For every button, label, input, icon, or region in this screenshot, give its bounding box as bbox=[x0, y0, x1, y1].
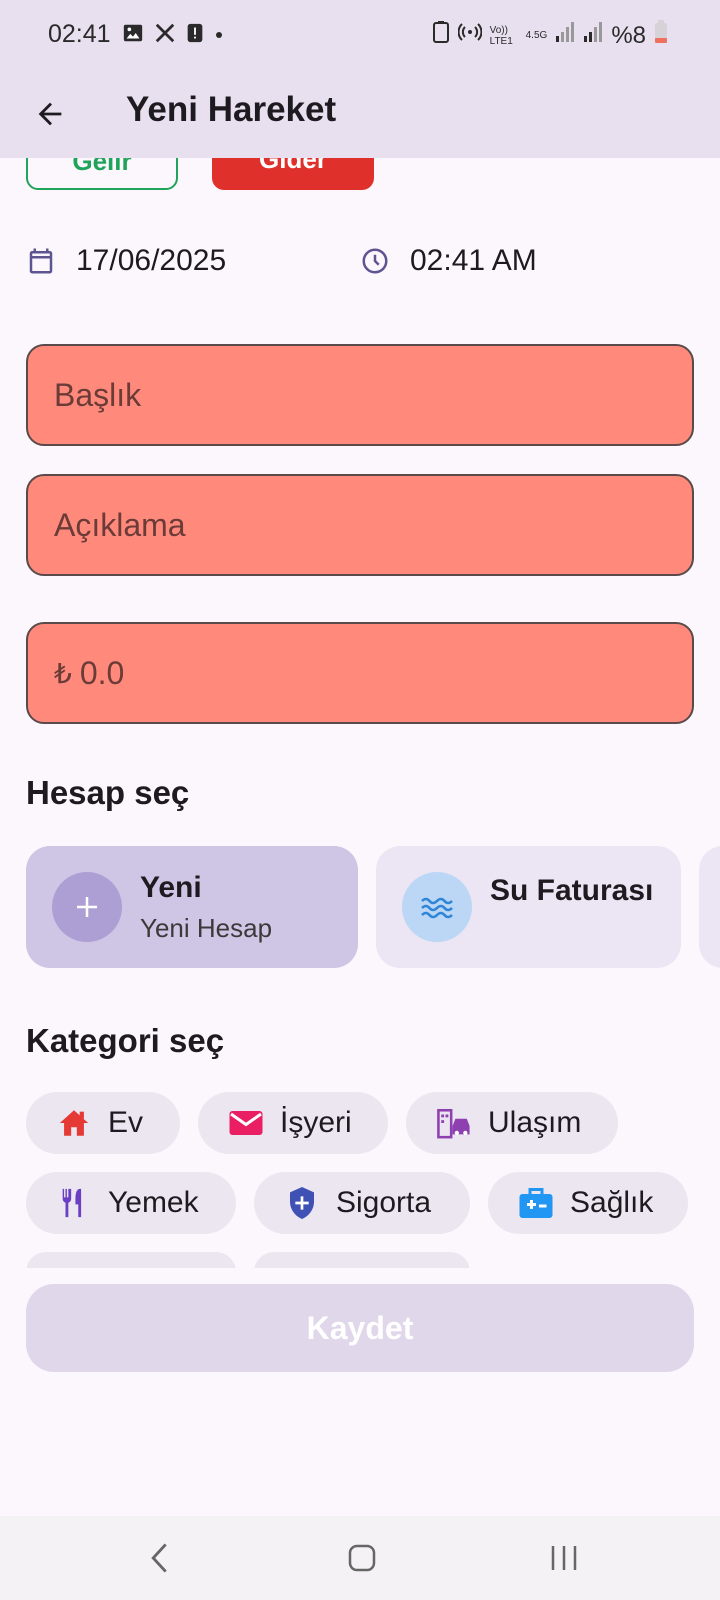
plus-icon bbox=[77, 897, 97, 917]
category-label: Ev bbox=[108, 1106, 144, 1139]
back-button[interactable] bbox=[28, 92, 72, 136]
chevron-left-icon bbox=[151, 1543, 167, 1573]
recents-icon bbox=[551, 1546, 577, 1570]
category-label: Ulaşım bbox=[488, 1106, 582, 1139]
battery-percent: %8 bbox=[611, 21, 646, 49]
status-time: 02:41 bbox=[48, 20, 111, 48]
transport-icon bbox=[434, 1103, 474, 1143]
home-square-icon bbox=[348, 1544, 376, 1572]
water-icon bbox=[421, 897, 453, 919]
status-bar: 02:41 Vo)) LTE1 4.5G %8 bbox=[0, 0, 720, 72]
category-label: Yemek bbox=[108, 1186, 199, 1219]
category-chip-insurance[interactable]: Sigorta bbox=[254, 1172, 470, 1234]
time-picker[interactable]: 02:41 AM bbox=[360, 244, 537, 278]
category-label: Sağlık bbox=[570, 1186, 654, 1219]
signal-icon-1 bbox=[555, 21, 575, 50]
restaurant-icon bbox=[54, 1183, 94, 1223]
dot-icon bbox=[214, 27, 224, 45]
account-card-partial[interactable] bbox=[699, 846, 720, 968]
clock-icon bbox=[362, 248, 388, 274]
app-bar: Yeni Hareket bbox=[0, 72, 720, 158]
status-notification-icons bbox=[122, 22, 224, 49]
signal-icon-2 bbox=[583, 21, 603, 50]
category-section-title: Kategori seç bbox=[26, 1022, 225, 1059]
amount-input[interactable]: ₺ 0.0 bbox=[26, 622, 694, 724]
category-chip-food[interactable]: Yemek bbox=[26, 1172, 236, 1234]
nav-home-button[interactable] bbox=[332, 1532, 392, 1584]
date-picker[interactable]: 17/06/2025 bbox=[26, 244, 226, 278]
category-chip-partial[interactable] bbox=[254, 1252, 470, 1268]
mail-icon bbox=[226, 1103, 266, 1143]
time-value: 02:41 AM bbox=[410, 244, 537, 277]
alert-icon bbox=[186, 22, 204, 49]
calendar-icon bbox=[29, 248, 53, 274]
title-input[interactable]: Başlık bbox=[26, 344, 694, 446]
shield-icon bbox=[282, 1183, 322, 1223]
hotspot-icon bbox=[457, 20, 483, 51]
expense-toggle-button[interactable]: Gider bbox=[212, 158, 374, 190]
arrow-back-icon bbox=[38, 102, 62, 126]
category-label: İşyeri bbox=[280, 1106, 352, 1139]
medical-kit-icon bbox=[516, 1183, 556, 1223]
category-chip-health[interactable]: Sağlık bbox=[488, 1172, 688, 1234]
account-icon-circle bbox=[402, 872, 472, 942]
account-card-new[interactable]: Yeni Yeni Hesap bbox=[26, 846, 358, 968]
amount-value: 0.0 bbox=[79, 654, 125, 691]
category-chip-home[interactable]: Ev bbox=[26, 1092, 180, 1154]
gallery-icon bbox=[122, 22, 144, 49]
income-toggle-button[interactable]: Gelir bbox=[26, 158, 178, 190]
nav-back-button[interactable] bbox=[130, 1532, 190, 1584]
account-icon-circle bbox=[52, 872, 122, 942]
account-name: Su Faturası bbox=[490, 874, 654, 907]
category-chip-transport[interactable]: Ulaşım bbox=[406, 1092, 618, 1154]
network-gen-label: 4.5G bbox=[525, 30, 548, 41]
status-right-icons: Vo)) LTE1 4.5G %8 bbox=[432, 20, 668, 51]
x-logo-icon bbox=[154, 22, 176, 49]
description-input[interactable]: Açıklama bbox=[26, 474, 694, 576]
page-title: Yeni Hareket bbox=[126, 90, 337, 129]
currency-symbol: ₺ bbox=[54, 657, 72, 689]
date-value: 17/06/2025 bbox=[76, 244, 227, 277]
title-placeholder: Başlık bbox=[54, 376, 142, 413]
account-name: Yeni bbox=[140, 870, 202, 904]
house-icon bbox=[54, 1103, 94, 1143]
account-subtitle: Yeni Hesap bbox=[140, 912, 273, 943]
nav-recents-button[interactable] bbox=[534, 1532, 594, 1584]
save-button[interactable]: Kaydet bbox=[26, 1284, 694, 1372]
category-chip-workplace[interactable]: İşyeri bbox=[198, 1092, 388, 1154]
system-nav-bar bbox=[0, 1516, 720, 1600]
category-chip-partial[interactable] bbox=[26, 1252, 236, 1268]
form-content[interactable]: Gelir Gider 17/06/2025 02:41 AM Başlık A… bbox=[0, 158, 720, 1268]
volte-label: Vo)) LTE1 bbox=[489, 24, 513, 47]
account-card-water-bill[interactable]: Su Faturası bbox=[376, 846, 681, 968]
battery-saver-icon bbox=[432, 20, 450, 51]
category-label: Sigorta bbox=[336, 1186, 432, 1219]
battery-icon bbox=[654, 20, 668, 51]
description-placeholder: Açıklama bbox=[54, 506, 186, 543]
account-section-title: Hesap seç bbox=[26, 774, 190, 811]
